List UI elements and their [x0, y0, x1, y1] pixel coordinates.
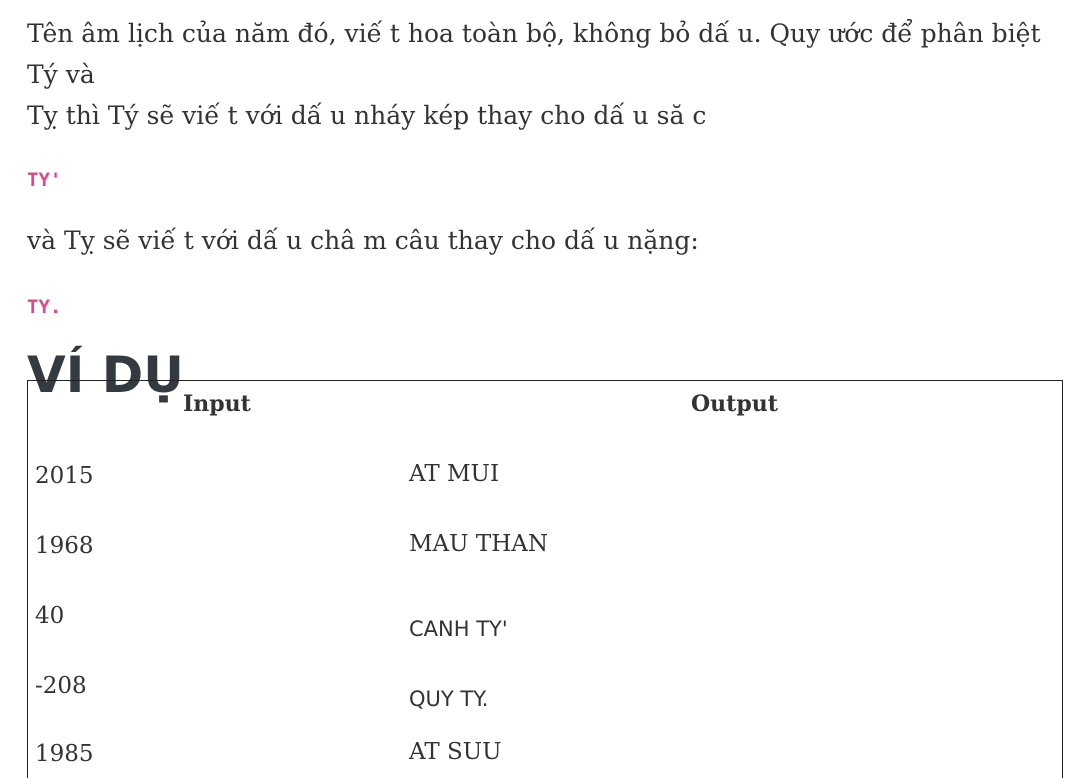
- output-cell: AT SUU: [409, 739, 502, 765]
- input-cell: 1968: [35, 533, 94, 559]
- code-ty-quote: TY': [27, 169, 62, 191]
- input-cell: 1985: [35, 741, 94, 767]
- input-cell: 40: [35, 603, 65, 629]
- intro-line-1: Tên âm lịch của năm đó, viế t hoa toàn b…: [27, 19, 1041, 89]
- intro-line-2: Tỵ thì Tý sẽ viế t với dấ u nháy kép tha…: [27, 101, 707, 130]
- output-cell: MAU THAN: [409, 531, 548, 557]
- table-row: 1985 AT SUU: [28, 739, 1062, 778]
- intro-paragraph: Tên âm lịch của năm đó, viế t hoa toàn b…: [27, 13, 1067, 136]
- ty-dot-paragraph: và Tỵ sẽ viế t với dấ u châ m câu thay c…: [27, 226, 699, 255]
- code-ty-dot: TY.: [27, 296, 62, 318]
- table-row: 2015 AT MUI: [28, 461, 1062, 531]
- input-cell: -208: [35, 673, 87, 699]
- output-cell: CANH TY': [409, 617, 508, 641]
- output-cell: QUY TY.: [409, 687, 489, 711]
- header-input: Input: [183, 391, 251, 417]
- main-content: Tên âm lịch của năm đó, viế t hoa toàn b…: [27, 0, 1067, 405]
- table-row: 40 CANH TY': [28, 601, 1062, 671]
- table-row: 1968 MAU THAN: [28, 531, 1062, 601]
- header-output: Output: [691, 391, 778, 417]
- table-row: -208 QUY TY.: [28, 671, 1062, 741]
- examples-table: Input Output 2015 AT MUI 1968 MAU THAN 4…: [27, 380, 1063, 778]
- output-cell: AT MUI: [409, 461, 500, 487]
- input-cell: 2015: [35, 463, 94, 489]
